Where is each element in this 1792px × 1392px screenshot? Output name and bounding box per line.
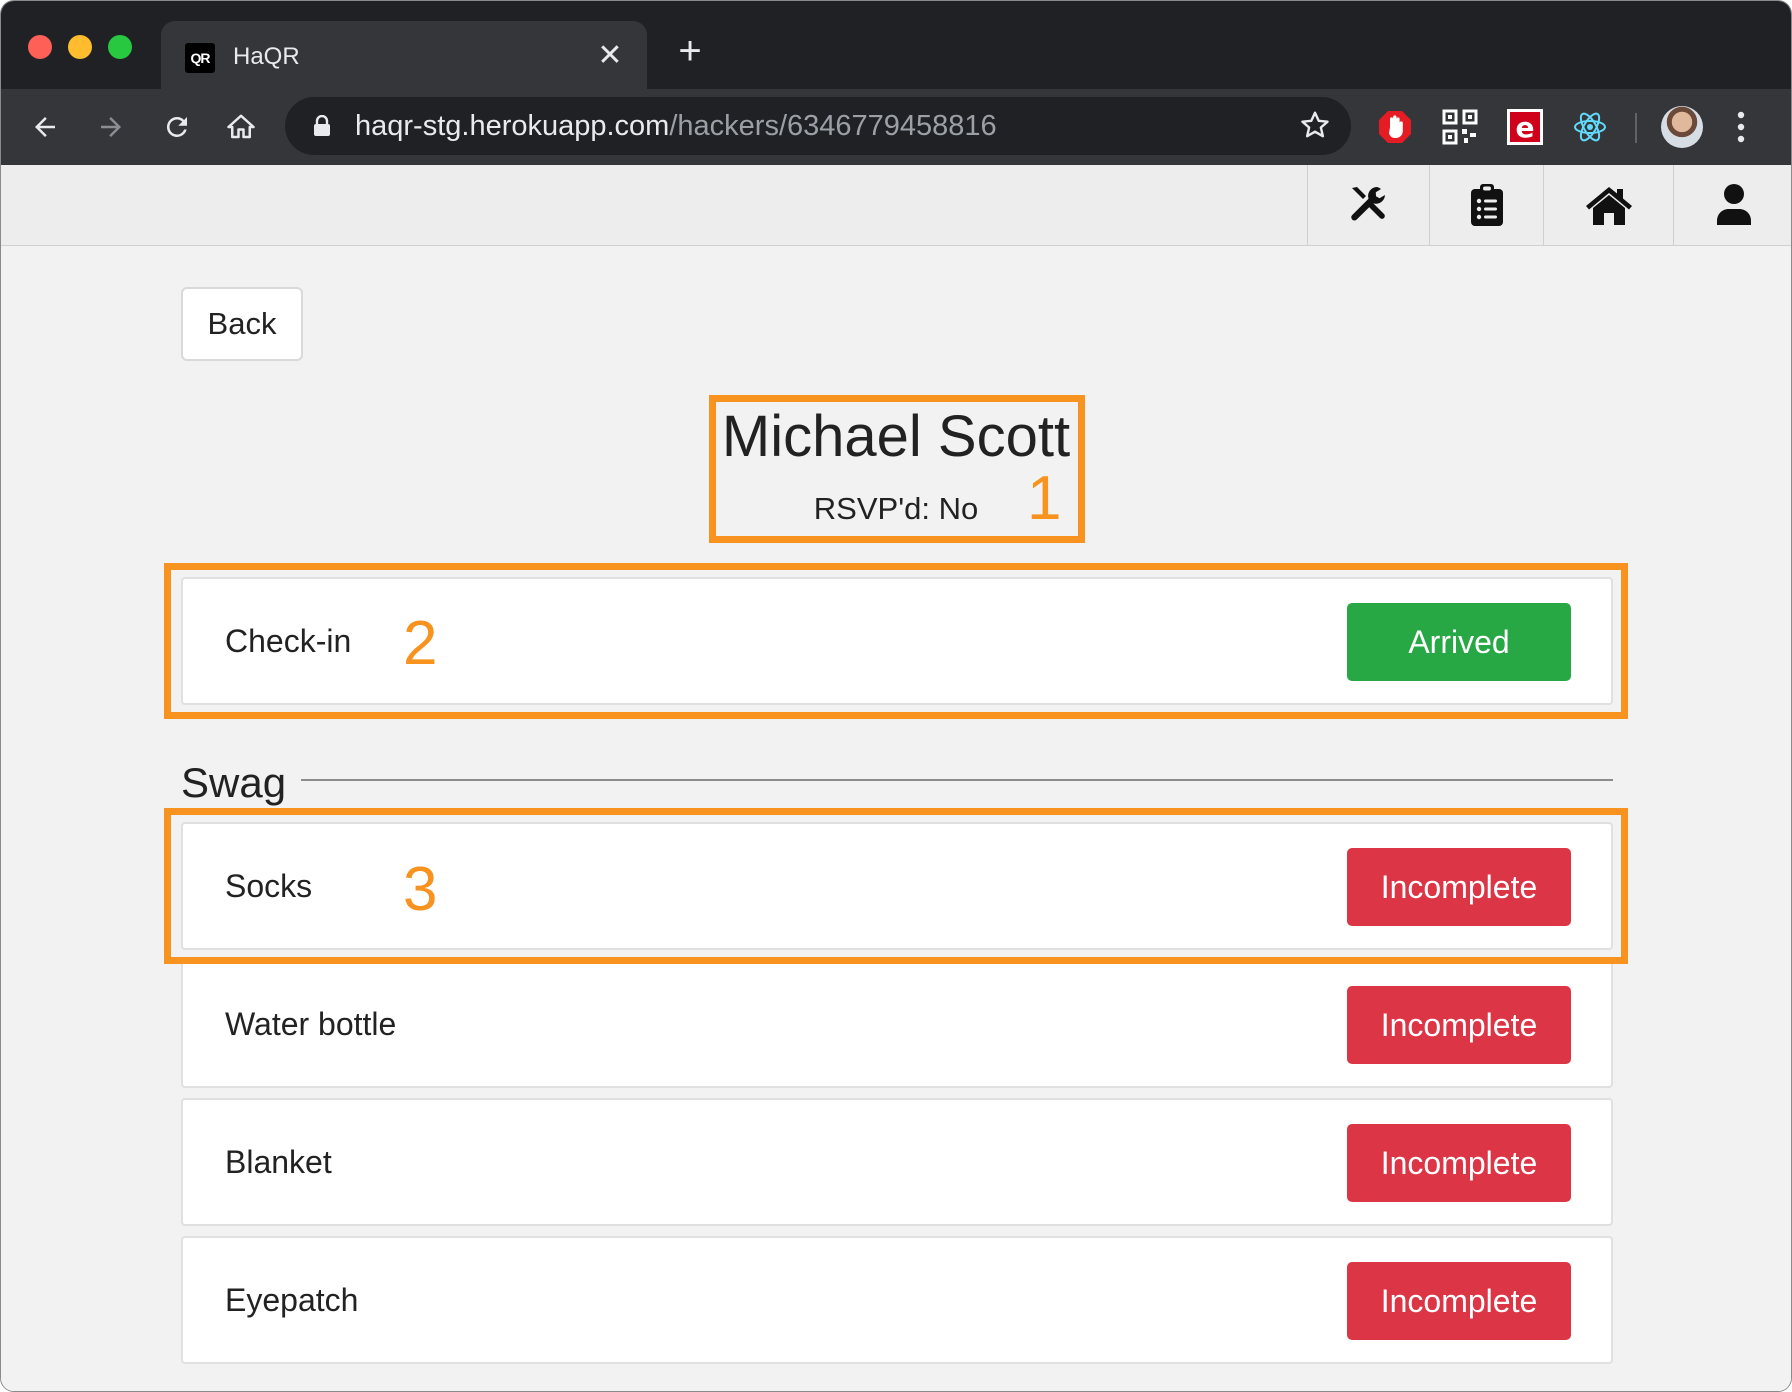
- browser-tab[interactable]: QR HaQR ✕: [161, 21, 647, 89]
- swag-item-label: Eyepatch: [225, 1282, 359, 1318]
- swag-section-title: Swag: [181, 759, 287, 806]
- arrow-left-icon: [35, 117, 55, 137]
- maximize-window-button[interactable]: [108, 35, 132, 59]
- swag-item-blanket: Blanket Incomplete: [181, 1098, 1613, 1226]
- back-button[interactable]: Back: [181, 287, 303, 361]
- hacker-name: Michael Scott: [721, 404, 1071, 469]
- incomplete-button[interactable]: Incomplete: [1347, 848, 1571, 926]
- swag-item-label: Socks: [225, 868, 313, 904]
- checkin-label: Check-in: [225, 623, 352, 659]
- forward-nav-button[interactable]: [87, 103, 135, 151]
- back-nav-button[interactable]: [21, 103, 69, 151]
- more-vertical-icon[interactable]: [1733, 109, 1749, 145]
- rsvp-status: RSVP'd: No: [813, 491, 979, 526]
- new-tab-button[interactable]: +: [665, 27, 715, 77]
- arrived-button[interactable]: Arrived: [1347, 603, 1571, 681]
- browser-window: QR HaQR ✕ + haqr-stg.herokuapp.com/hacke…: [0, 0, 1792, 1392]
- nav-profile[interactable]: [1673, 165, 1791, 245]
- section-divider: [301, 779, 1613, 781]
- url-domain: haqr-stg.herokuapp.com: [355, 110, 670, 142]
- incomplete-button[interactable]: Incomplete: [1347, 1262, 1571, 1340]
- url-path: /hackers/6346779458816: [669, 110, 997, 142]
- nav-tasks[interactable]: [1429, 165, 1544, 245]
- adblock-extension-icon[interactable]: [1377, 109, 1413, 145]
- incomplete-button[interactable]: Incomplete: [1347, 986, 1571, 1064]
- checkin-card: Check-in Arrived: [181, 577, 1613, 705]
- minimize-window-button[interactable]: [68, 35, 92, 59]
- e-extension-icon[interactable]: e: [1507, 109, 1543, 145]
- reload-button[interactable]: [153, 103, 201, 151]
- incomplete-button[interactable]: Incomplete: [1347, 1124, 1571, 1202]
- home-outline-icon: [227, 114, 255, 139]
- svg-text:e: e: [1516, 111, 1535, 144]
- tools-icon: [1351, 187, 1385, 221]
- swag-item-label: Blanket: [225, 1144, 332, 1180]
- app-navbar: [1, 165, 1791, 246]
- toolbar-divider: [1635, 113, 1637, 143]
- tab-close-button[interactable]: ✕: [593, 39, 627, 73]
- swag-item-label: Water bottle: [225, 1006, 397, 1042]
- reload-icon: [166, 116, 187, 137]
- page-content: Back Michael Scott RSVP'd: No Check-in A…: [1, 165, 1791, 1391]
- close-window-button[interactable]: [28, 35, 52, 59]
- clipboard-list-icon: [1471, 184, 1503, 226]
- swag-item-eyepatch: Eyepatch Incomplete: [181, 1236, 1613, 1364]
- address-bar[interactable]: haqr-stg.herokuapp.com/hackers/634677945…: [285, 97, 1351, 155]
- profile-avatar[interactable]: [1661, 106, 1703, 148]
- user-icon: [1717, 184, 1751, 225]
- home-nav-button[interactable]: [217, 103, 265, 151]
- arrow-right-icon: [101, 117, 121, 137]
- url-text: haqr-stg.herokuapp.com/hackers/634677945…: [355, 110, 997, 143]
- nav-tools[interactable]: [1307, 165, 1430, 245]
- qr-code-extension-icon[interactable]: [1442, 109, 1478, 145]
- lock-icon: [314, 115, 330, 136]
- tab-title: HaQR: [233, 43, 300, 70]
- tab-strip: QR HaQR ✕ +: [1, 1, 1791, 89]
- qr-favicon-icon: QR: [185, 43, 215, 73]
- browser-toolbar: haqr-stg.herokuapp.com/hackers/634677945…: [1, 89, 1791, 165]
- home-icon: [1586, 187, 1632, 225]
- nav-home[interactable]: [1543, 165, 1674, 245]
- bookmark-star-icon[interactable]: [1299, 109, 1331, 141]
- react-devtools-icon[interactable]: [1572, 109, 1608, 145]
- swag-item-water-bottle: Water bottle Incomplete: [181, 960, 1613, 1088]
- swag-item-socks: Socks Incomplete: [181, 822, 1613, 950]
